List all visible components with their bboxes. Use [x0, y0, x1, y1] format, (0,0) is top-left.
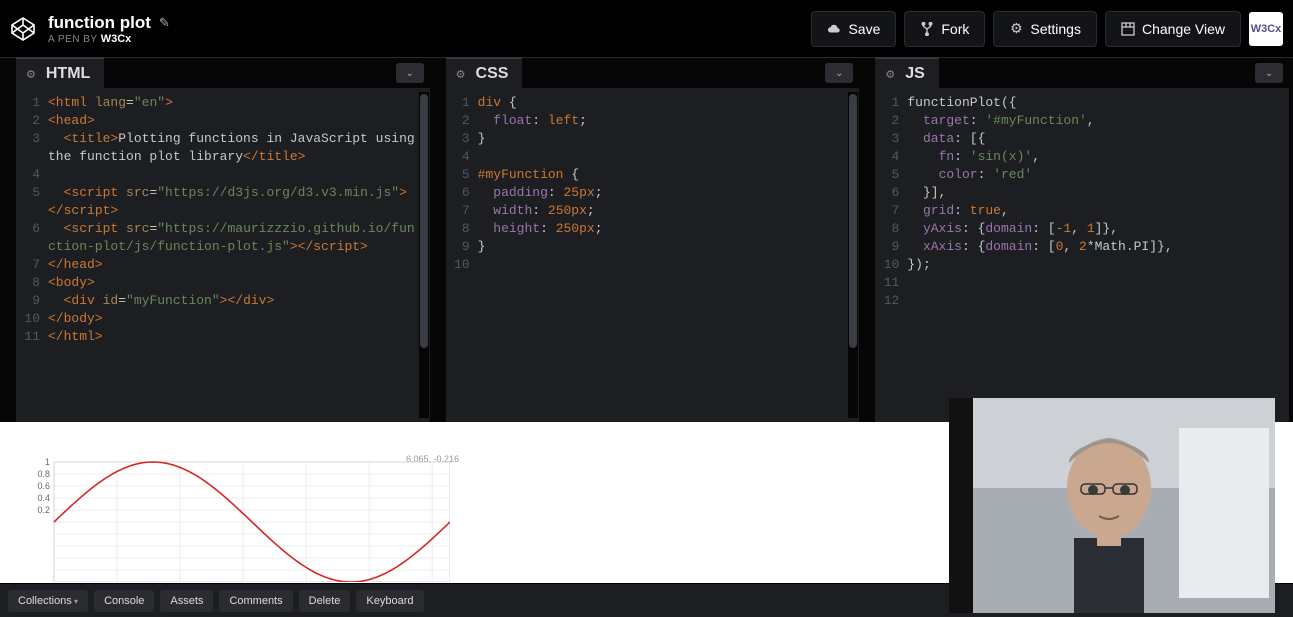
layout-icon	[1121, 22, 1135, 36]
js-editor[interactable]: 1functionPlot({ 2 target: '#myFunction',…	[875, 88, 1289, 422]
chevron-down-icon[interactable]: ⌄	[1255, 63, 1283, 83]
header-actions: Save Fork ⚙ Settings Change View W3Cx	[811, 11, 1283, 47]
js-pane: ⚙ JS ⌄ 1functionPlot({ 2 target: '#myFun…	[875, 58, 1289, 422]
css-editor[interactable]: 1div { 2 float: left; 3} 4 5#myFunction …	[446, 88, 860, 422]
html-pane-title: HTML	[46, 65, 90, 83]
svg-text:0.6: 0.6	[37, 481, 50, 491]
html-pane: ⚙ HTML ⌄ 1<html lang="en"> 2<head> 3 <ti…	[16, 58, 430, 422]
avatar[interactable]: W3Cx	[1249, 12, 1283, 46]
css-pane: ⚙ CSS ⌄ 1div { 2 float: left; 3} 4 5#myF…	[446, 58, 860, 422]
css-pane-title: CSS	[476, 65, 509, 83]
svg-text:0.2: 0.2	[37, 505, 50, 515]
pen-subtitle: A PEN BY W3Cx	[48, 33, 170, 45]
html-pane-header: ⚙ HTML ⌄	[16, 58, 430, 88]
keyboard-button[interactable]: Keyboard	[356, 590, 423, 612]
js-pane-header: ⚙ JS ⌄	[875, 58, 1289, 88]
delete-button[interactable]: Delete	[299, 590, 351, 612]
console-button[interactable]: Console	[94, 590, 154, 612]
chevron-down-icon[interactable]: ⌄	[825, 63, 853, 83]
subtitle-prefix: A PEN BY	[48, 34, 97, 45]
gear-icon[interactable]: ⚙	[885, 68, 895, 81]
webcam-overlay	[949, 398, 1275, 613]
save-button[interactable]: Save	[811, 11, 896, 47]
settings-label: Settings	[1030, 21, 1081, 37]
cloud-icon	[827, 22, 841, 36]
change-view-label: Change View	[1142, 21, 1225, 37]
settings-button[interactable]: ⚙ Settings	[993, 11, 1097, 47]
codepen-logo-icon[interactable]	[10, 16, 36, 42]
html-editor[interactable]: 1<html lang="en"> 2<head> 3 <title>Plott…	[16, 88, 430, 422]
scrollbar[interactable]	[419, 92, 429, 418]
title-block: function plot ✎ A PEN BY W3Cx	[48, 13, 170, 45]
app-header: function plot ✎ A PEN BY W3Cx Save Fork …	[0, 0, 1293, 58]
pencil-icon[interactable]: ✎	[159, 15, 170, 31]
fork-button[interactable]: Fork	[904, 11, 985, 47]
save-label: Save	[848, 21, 880, 37]
svg-text:0.8: 0.8	[37, 469, 50, 479]
svg-text:1: 1	[45, 457, 50, 467]
sine-chart: 1 0.8 0.6 0.4 0.2	[30, 452, 450, 587]
change-view-button[interactable]: Change View	[1105, 11, 1241, 47]
author-link[interactable]: W3Cx	[101, 33, 132, 45]
collections-button[interactable]: Collections	[8, 590, 88, 612]
chevron-down-icon[interactable]: ⌄	[396, 63, 424, 83]
fork-label: Fork	[941, 21, 969, 37]
editors-row: ⚙ HTML ⌄ 1<html lang="en"> 2<head> 3 <ti…	[0, 58, 1293, 422]
header-left: function plot ✎ A PEN BY W3Cx	[10, 13, 170, 45]
assets-button[interactable]: Assets	[160, 590, 213, 612]
svg-text:0.4: 0.4	[37, 493, 50, 503]
js-pane-title: JS	[905, 65, 925, 83]
comments-button[interactable]: Comments	[219, 590, 292, 612]
scrollbar[interactable]	[848, 92, 858, 418]
css-pane-header: ⚙ CSS ⌄	[446, 58, 860, 88]
gear-icon[interactable]: ⚙	[456, 68, 466, 81]
pen-title: function plot	[48, 13, 151, 33]
gear-icon: ⚙	[1009, 22, 1023, 36]
fork-icon	[920, 22, 934, 36]
gear-icon[interactable]: ⚙	[26, 68, 36, 81]
